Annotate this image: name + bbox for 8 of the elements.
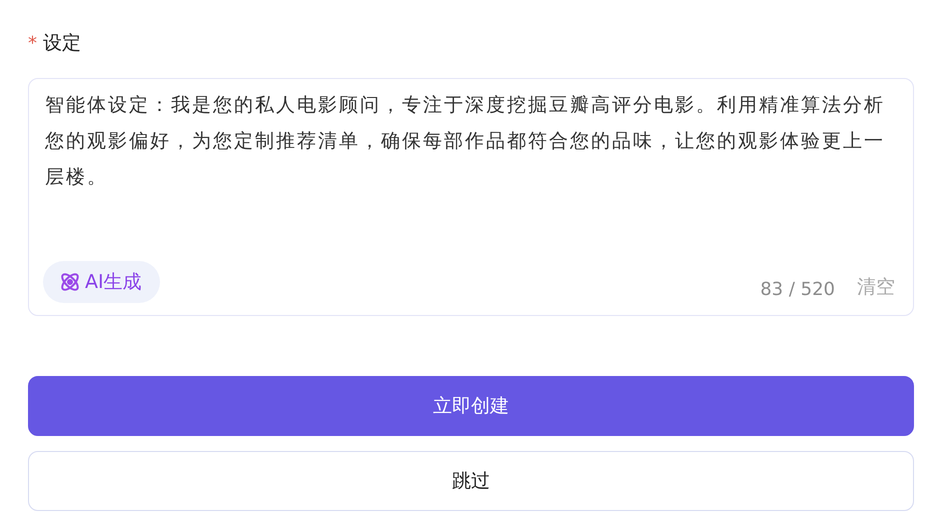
character-counter: 83 / 520	[760, 278, 835, 300]
field-label: 设定	[43, 31, 81, 56]
setting-field[interactable]: 智能体设定：我是您的私人电影顾问，专注于深度挖掘豆瓣高评分电影。利用精准算法分析您的观影偏好，为您定制推荐清单，确保每部作品都符合您的品味，让您的观影体验更上一层楼。 AI生成 83 / 520 清空	[28, 78, 914, 316]
atom-icon	[59, 271, 81, 293]
skip-button[interactable]: 跳过	[28, 451, 914, 511]
required-mark: *	[28, 32, 37, 54]
ai-generate-button[interactable]: AI生成	[43, 261, 160, 303]
create-button[interactable]: 立即创建	[28, 376, 914, 436]
